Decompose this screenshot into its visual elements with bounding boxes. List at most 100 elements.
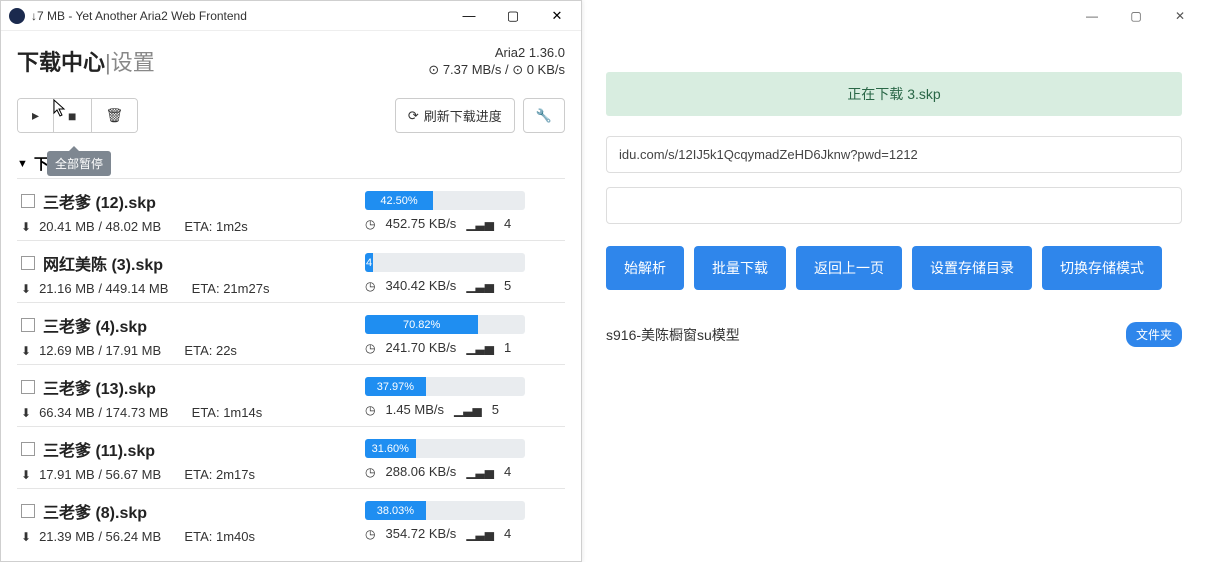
url-input[interactable] [606, 136, 1182, 173]
download-icon: ⬇ [21, 220, 31, 234]
bg-close-button[interactable]: ✕ [1158, 2, 1202, 30]
size-done: 21.39 MB / 56.24 MB [39, 529, 161, 544]
connections: 5 [492, 402, 499, 417]
size-done: 66.34 MB / 174.73 MB [39, 405, 168, 420]
pwd-input[interactable] [606, 187, 1182, 224]
btn-switch-mode[interactable]: 切换存储模式 [1042, 246, 1162, 290]
minimize-button[interactable]: — [447, 2, 491, 30]
rate: 452.75 KB/s [385, 216, 456, 231]
download-item[interactable]: 网红美陈 (3).skp⬇21.16 MB / 449.14 MB ETA: 2… [17, 240, 565, 302]
delete-button[interactable]: 🗑 [92, 99, 138, 132]
btn-set-storage[interactable]: 设置存储目录 [912, 246, 1032, 290]
clock-icon: ◷ [365, 217, 375, 231]
chevron-down-icon: ▼ [17, 158, 28, 170]
eta: ETA: 21m27s [192, 281, 270, 296]
size-done: 12.69 MB / 17.91 MB [39, 343, 161, 358]
rate: 241.70 KB/s [385, 340, 456, 355]
download-icon: ⬇ [21, 406, 31, 420]
size-done: 21.16 MB / 449.14 MB [39, 281, 168, 296]
folder-badge: 文件夹 [1126, 322, 1182, 347]
eta: ETA: 1m40s [184, 529, 255, 544]
upload-speed: 0 KB/s [527, 62, 565, 77]
connections: 4 [504, 216, 511, 231]
size-done: 17.91 MB / 56.67 MB [39, 467, 161, 482]
download-item[interactable]: 三老爹 (11).skp⬇17.91 MB / 56.67 MB ETA: 2m… [17, 426, 565, 488]
aria2-version: Aria2 1.36.0 [428, 45, 565, 60]
signal-icon: ▁▃▅ [466, 527, 494, 541]
refresh-button[interactable]: ⟳ 刷新下载进度 [395, 98, 515, 133]
progress-bar: 42.50% [365, 191, 525, 210]
rate: 288.06 KB/s [385, 464, 456, 479]
file-name: 三老爹 (11).skp [43, 437, 155, 461]
clock-icon: ◷ [365, 279, 375, 293]
eta: ETA: 22s [184, 343, 237, 358]
stats-block: Aria2 1.36.0 ⊙ 7.37 MB/s / ⊙ 0 KB/s [428, 45, 565, 78]
connections: 1 [504, 340, 511, 355]
action-button-group: ▸ ■ 🗑 [17, 98, 138, 133]
size-done: 20.41 MB / 48.02 MB [39, 219, 161, 234]
connections: 4 [504, 526, 511, 541]
progress-bar: 4 [365, 253, 525, 272]
progress-text: 38.03% [377, 505, 414, 517]
download-speed: 7.37 MB/s / [443, 62, 512, 77]
download-speed-icon: ⊙ [428, 62, 443, 77]
download-item[interactable]: 三老爹 (13).skp⬇66.34 MB / 174.73 MB ETA: 1… [17, 364, 565, 426]
checkbox[interactable] [21, 504, 35, 518]
eta: ETA: 1m14s [192, 405, 263, 420]
file-name: 三老爹 (4).skp [43, 313, 147, 337]
list-item[interactable]: s916-美陈橱窗su模型 文件夹 [606, 316, 1182, 353]
wrench-icon: 🔧 [536, 108, 552, 124]
signal-icon: ▁▃▅ [466, 279, 494, 293]
clock-icon: ◷ [365, 403, 375, 417]
bg-maximize-button[interactable]: ▢ [1114, 2, 1158, 30]
progress-text: 42.50% [380, 195, 417, 207]
upload-speed-icon: ⊙ [512, 62, 527, 77]
download-item[interactable]: 三老爹 (4).skp⬇12.69 MB / 17.91 MB ETA: 22s… [17, 302, 565, 364]
refresh-label: 刷新下载进度 [424, 106, 502, 125]
connections: 5 [504, 278, 511, 293]
progress-bar: 37.97% [365, 377, 525, 396]
tabs: 下载中心|设置 [17, 45, 155, 77]
download-item[interactable]: 三老爹 (12).skp ⬇ 20.41 MB / 48.02 MB ETA: 1m… [17, 178, 565, 240]
fg-titlebar: ↓7 MB - Yet Another Aria2 Web Frontend —… [1, 1, 581, 31]
checkbox[interactable] [21, 318, 35, 332]
tab-settings[interactable]: 设置 [111, 50, 155, 75]
connections: 4 [504, 464, 511, 479]
progress-bar: 31.60% [365, 439, 525, 458]
checkbox[interactable] [21, 380, 35, 394]
btn-batch-download[interactable]: 批量下载 [694, 246, 786, 290]
settings-button[interactable]: 🔧 [523, 98, 565, 133]
bg-minimize-button[interactable]: — [1070, 2, 1114, 30]
resume-all-button[interactable]: ▸ [18, 99, 54, 132]
checkbox[interactable] [21, 256, 35, 270]
trash-icon: 🗑 [106, 107, 124, 123]
signal-icon: ▁▃▅ [466, 341, 494, 355]
rate: 1.45 MB/s [385, 402, 444, 417]
file-name: 三老爹 (8).skp [43, 499, 147, 523]
progress-text: 31.60% [372, 443, 409, 455]
rate: 354.72 KB/s [385, 526, 456, 541]
close-button[interactable]: ✕ [535, 2, 579, 30]
clock-icon: ◷ [365, 465, 375, 479]
maximize-button[interactable]: ▢ [491, 2, 535, 30]
download-item[interactable]: 三老爹 (8).skp⬇21.39 MB / 56.24 MB ETA: 1m4… [17, 488, 565, 550]
download-icon: ⬇ [21, 282, 31, 296]
list-item-name: s916-美陈橱窗su模型 [606, 325, 740, 345]
tooltip: 全部暂停 [47, 151, 111, 176]
tab-download-center[interactable]: 下载中心 [17, 50, 105, 75]
bg-button-row: 始解析 批量下载 返回上一页 设置存储目录 切换存储模式 [606, 246, 1182, 290]
btn-back[interactable]: 返回上一页 [796, 246, 902, 290]
btn-parse[interactable]: 始解析 [606, 246, 684, 290]
checkbox[interactable] [21, 442, 35, 456]
stop-icon: ■ [68, 108, 76, 124]
checkbox[interactable] [21, 194, 35, 208]
app-icon [9, 8, 25, 24]
play-icon: ▸ [32, 107, 39, 123]
cursor-icon [53, 99, 67, 117]
signal-icon: ▁▃▅ [466, 217, 494, 231]
clock-icon: ◷ [365, 527, 375, 541]
file-name: 三老爹 (12).skp [43, 189, 156, 213]
download-icon: ⬇ [21, 468, 31, 482]
signal-icon: ▁▃▅ [454, 403, 482, 417]
eta: ETA: 1m2s [184, 219, 247, 234]
